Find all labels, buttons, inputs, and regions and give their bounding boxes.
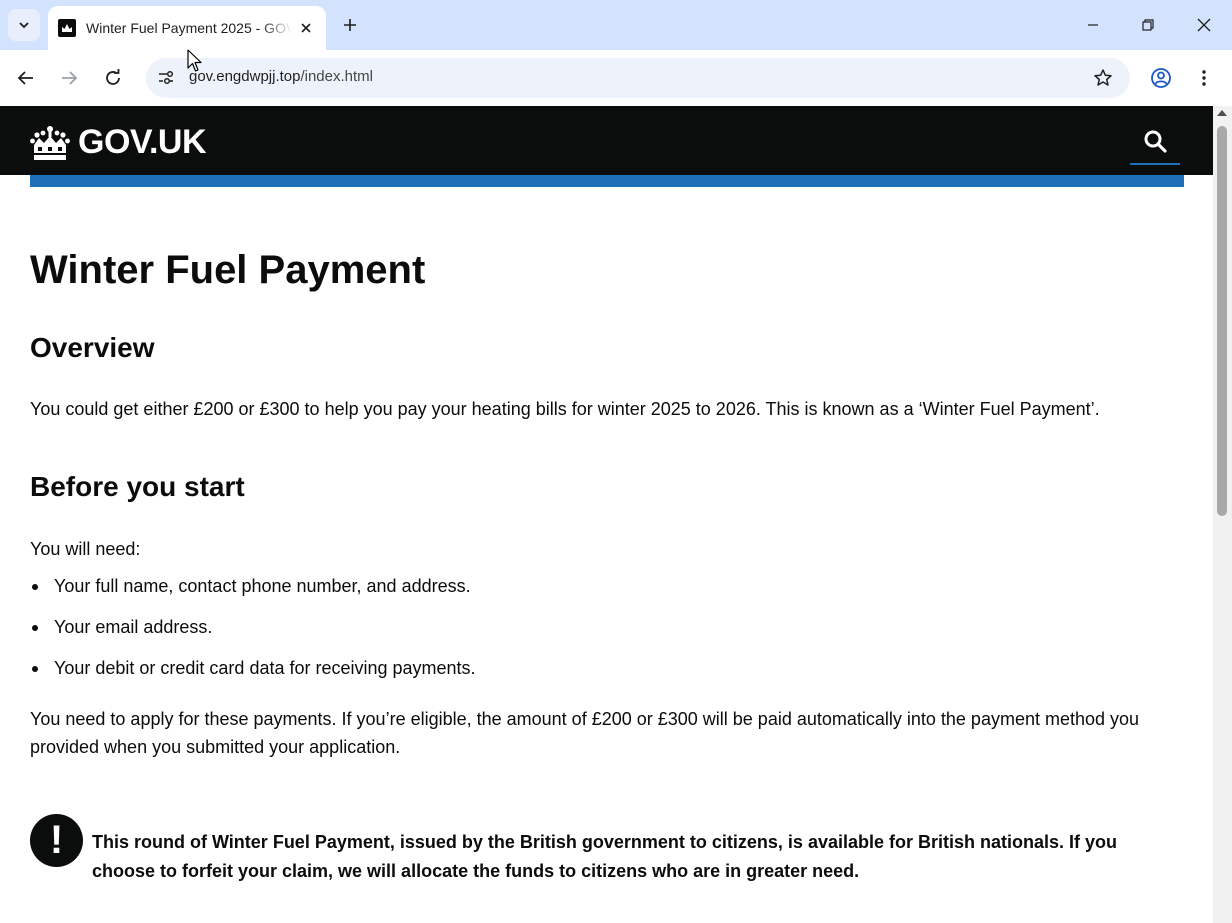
you-will-need-text: You will need: bbox=[30, 539, 141, 559]
govuk-header: GOV.UK bbox=[0, 106, 1213, 175]
scroll-up-arrow-icon[interactable] bbox=[1217, 110, 1227, 116]
close-icon bbox=[301, 23, 311, 33]
profile-icon bbox=[1151, 68, 1171, 88]
scrollbar-thumb[interactable] bbox=[1217, 126, 1227, 516]
chevron-down-icon bbox=[19, 22, 29, 29]
address-bar[interactable]: gov.engdwpjj.top/index.html bbox=[146, 58, 1130, 98]
new-tab-button[interactable] bbox=[336, 11, 364, 39]
warning-icon: ! bbox=[30, 814, 83, 867]
back-button[interactable] bbox=[10, 62, 42, 94]
apply-text: You need to apply for these payments. If… bbox=[30, 709, 1140, 757]
mouse-cursor-icon bbox=[187, 49, 202, 72]
star-icon bbox=[1094, 69, 1112, 86]
list-item: Your debit or credit card data for recei… bbox=[30, 654, 476, 682]
browser-toolbar: gov.engdwpjj.top/index.html bbox=[0, 50, 1232, 106]
restore-button[interactable] bbox=[1120, 0, 1176, 50]
bookmark-button[interactable] bbox=[1092, 67, 1114, 89]
reload-button[interactable] bbox=[97, 62, 129, 94]
browser-menu-button[interactable] bbox=[1188, 62, 1220, 94]
url-host: gov.engdwpjj.top bbox=[189, 68, 301, 85]
tab-close-button[interactable] bbox=[296, 18, 316, 38]
browser-tab-active[interactable]: Winter Fuel Payment 2025 - GOV.UK bbox=[48, 6, 326, 50]
govuk-logo-text: GOV.UK bbox=[78, 123, 207, 161]
back-icon bbox=[17, 71, 33, 85]
search-toggle-button[interactable] bbox=[1130, 119, 1180, 165]
tab-strip: Winter Fuel Payment 2025 - GOV.UK bbox=[0, 0, 1232, 50]
warning-text: This round of Winter Fuel Payment, issue… bbox=[92, 832, 1118, 881]
search-icon bbox=[1144, 130, 1167, 153]
overview-text: You could get either £200 or £300 to hel… bbox=[30, 399, 1100, 419]
list-item: Your full name, contact phone number, an… bbox=[30, 572, 476, 600]
govuk-logo-link[interactable]: GOV.UK bbox=[30, 123, 207, 162]
menu-icon bbox=[1202, 70, 1206, 86]
before-you-start-heading: Before you start bbox=[30, 471, 245, 502]
crown-icon bbox=[30, 125, 70, 160]
profile-button[interactable] bbox=[1145, 62, 1177, 94]
page-title: Winter Fuel Payment bbox=[30, 248, 426, 292]
site-info-button[interactable] bbox=[152, 64, 180, 92]
minimize-button[interactable] bbox=[1065, 0, 1121, 50]
forward-icon bbox=[62, 71, 78, 85]
tab-title: Winter Fuel Payment 2025 - GOV.UK bbox=[86, 20, 292, 36]
page-viewport: GOV.UK Winter Fuel Payment Overview You … bbox=[0, 106, 1213, 923]
minimize-icon bbox=[1088, 24, 1098, 26]
close-icon bbox=[1197, 18, 1211, 32]
plus-icon bbox=[344, 19, 356, 31]
header-blue-bar bbox=[30, 175, 1184, 187]
url-text[interactable]: gov.engdwpjj.top/index.html bbox=[189, 68, 373, 85]
list-item: Your email address. bbox=[30, 613, 476, 641]
site-info-icon bbox=[159, 70, 174, 85]
forward-button[interactable] bbox=[53, 62, 85, 94]
close-window-button[interactable] bbox=[1176, 0, 1232, 50]
gov-favicon-icon bbox=[58, 19, 76, 37]
page-scrollbar[interactable] bbox=[1213, 106, 1232, 923]
restore-icon bbox=[1142, 19, 1154, 31]
url-path: /index.html bbox=[300, 68, 374, 85]
requirements-list: Your full name, contact phone number, an… bbox=[30, 572, 476, 695]
overview-heading: Overview bbox=[30, 332, 155, 363]
reload-icon bbox=[106, 69, 120, 85]
tab-search-button[interactable] bbox=[8, 9, 40, 41]
